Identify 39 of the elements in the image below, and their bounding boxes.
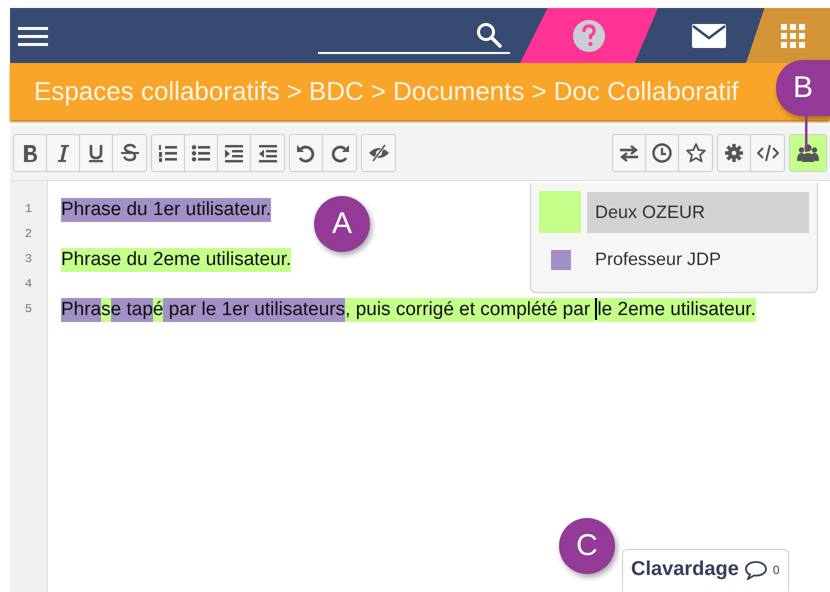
settings-icon [723,142,745,164]
highlighted-text: e tap [110,298,153,322]
line-number: 5 [24,301,34,318]
user-name[interactable]: Professeur JDP [587,239,730,280]
highlighted-text: é [152,298,164,322]
users-icon [797,142,819,164]
menu-icon[interactable] [18,24,48,46]
callout-marker: B [776,60,830,116]
speech-bubble-icon [744,560,768,580]
breadcrumb-link[interactable]: BDC [308,76,364,107]
line-number: 1 [24,201,34,218]
search-icon[interactable] [476,22,502,48]
breadcrumb-separator: > [531,76,547,107]
highlighted-text: Phrase du 2eme utilisateur. [61,248,292,272]
apps-grid-icon[interactable] [781,24,805,48]
callout-marker: A [314,196,370,252]
callout-marker: C [559,518,615,574]
breadcrumb-link[interactable]: Espaces collaboratifs [34,76,280,107]
breadcrumb-separator: > [286,76,302,107]
user-name[interactable]: Deux OZEUR [587,192,809,232]
star-icon [684,142,706,164]
clock-icon [651,142,673,164]
eye-slash-icon [368,142,390,164]
leader-line [804,114,808,152]
highlighted-text: s [101,298,111,322]
chat-button[interactable]: Clavardage 0 [622,549,789,591]
line-number: 3 [24,251,34,268]
breadcrumb-link[interactable]: Documents [392,76,524,107]
strikethrough-icon [118,142,140,164]
breadcrumb-link[interactable]: Doc Collaboratif [554,76,739,107]
highlighted-text: Phra [61,298,102,322]
line-number: 2 [24,226,34,243]
mail-icon[interactable] [692,24,726,48]
highlighted-text: , puis corrigé et complété par [345,298,596,322]
highlighted-text: le 2eme utilisateur. [597,298,756,322]
highlighted-text: Phrase du 1er utilisateur. [61,198,272,222]
highlighted-text: par le 1er utilisateurs [163,298,346,322]
breadcrumb-separator: > [370,76,386,107]
line-number: 4 [24,276,34,293]
